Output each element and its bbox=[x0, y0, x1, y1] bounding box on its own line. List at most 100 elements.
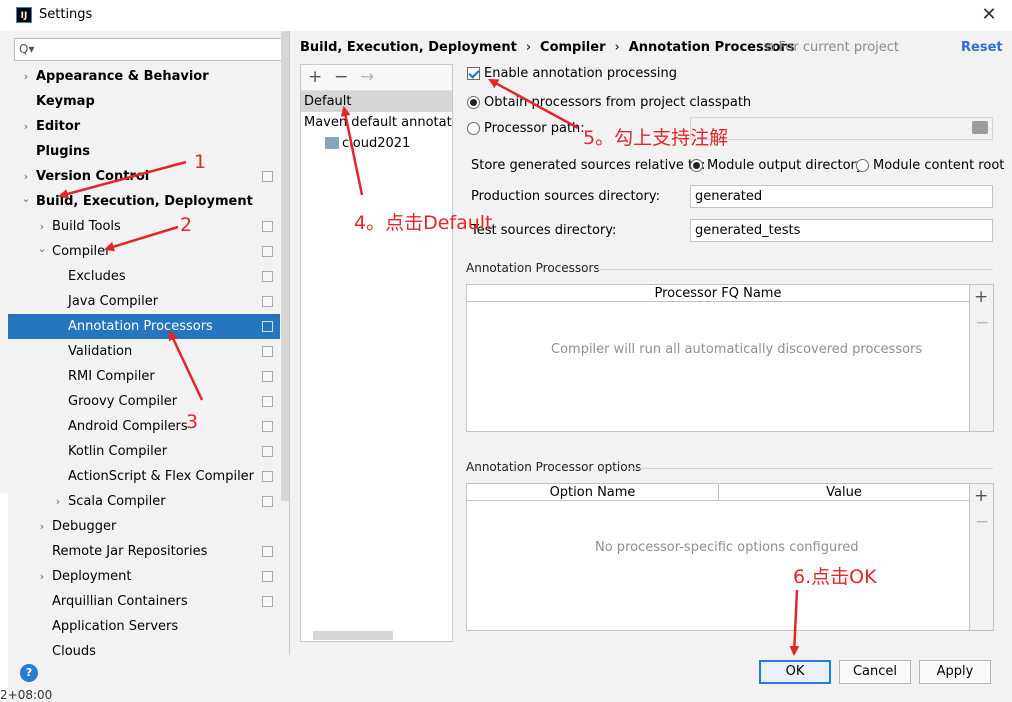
sidebar-item[interactable]: › Deployment bbox=[8, 564, 280, 589]
test-dir-input[interactable]: generated_tests bbox=[690, 219, 993, 242]
project-scope-icon bbox=[262, 321, 273, 332]
remove-processor-icon[interactable]: − bbox=[975, 313, 989, 333]
reset-link[interactable]: Reset bbox=[961, 40, 1003, 55]
obtain-from-classpath-radio[interactable] bbox=[467, 96, 480, 109]
remove-profile-icon[interactable]: − bbox=[334, 67, 348, 87]
sidebar-item[interactable]: Groovy Compiler bbox=[8, 389, 280, 414]
value-column[interactable]: Value bbox=[719, 484, 969, 501]
add-profile-icon[interactable]: + bbox=[308, 67, 322, 87]
obtain-from-classpath-label: Obtain processors from project classpath bbox=[484, 95, 752, 110]
chevron-down-icon[interactable]: ⌄ bbox=[36, 236, 48, 261]
annotation-step-2: 2 bbox=[180, 214, 193, 236]
sidebar-item-label: Clouds bbox=[52, 644, 96, 655]
sidebar-item[interactable]: ⌄ Build, Execution, Deployment bbox=[8, 189, 280, 214]
project-scope-icon bbox=[262, 471, 273, 482]
section-divider bbox=[595, 269, 993, 270]
sidebar-item[interactable]: Keymap bbox=[8, 89, 280, 114]
chevron-right-icon[interactable]: › bbox=[20, 64, 32, 89]
chevron-right-icon[interactable]: › bbox=[52, 489, 64, 514]
sidebar-item[interactable]: Excludes bbox=[8, 264, 280, 289]
sidebar-item[interactable]: › Appearance & Behavior bbox=[8, 64, 280, 89]
sidebar-item[interactable]: Java Compiler bbox=[8, 289, 280, 314]
enable-annotation-checkbox[interactable] bbox=[467, 67, 480, 80]
sidebar-item[interactable]: ⌄ Compiler bbox=[8, 239, 280, 264]
project-scope-icon bbox=[262, 396, 273, 407]
background-window-edge bbox=[0, 493, 8, 700]
sidebar-item[interactable]: › Debugger bbox=[8, 514, 280, 539]
profiles-toolbar: + − → bbox=[301, 65, 452, 91]
help-icon[interactable]: ? bbox=[20, 664, 38, 682]
annotation-step-6: 6.点击OK bbox=[793, 566, 877, 588]
sidebar-item[interactable]: › Build Tools bbox=[8, 214, 280, 239]
apply-button[interactable]: Apply bbox=[919, 660, 991, 684]
sidebar-item-label: Application Servers bbox=[52, 619, 179, 634]
sidebar-item[interactable]: Clouds bbox=[8, 639, 280, 655]
processor-fq-name-column[interactable]: Processor FQ Name bbox=[467, 285, 969, 302]
folder-browse-icon[interactable] bbox=[972, 121, 988, 134]
sidebar-item[interactable]: Annotation Processors bbox=[8, 314, 280, 339]
sidebar-item-label: Validation bbox=[68, 344, 133, 359]
sidebar-item[interactable]: Application Servers bbox=[8, 614, 280, 639]
add-processor-icon[interactable]: + bbox=[974, 287, 988, 307]
sidebar-item[interactable]: ActionScript & Flex Compiler bbox=[8, 464, 280, 489]
sidebar-item-label: Remote Jar Repositories bbox=[52, 544, 208, 559]
module-output-radio[interactable] bbox=[690, 159, 703, 172]
profile-module-cloud2021[interactable]: cloud2021 bbox=[301, 133, 452, 154]
settings-sidebar: Q▾ › Appearance & Behavior Keymap › Editor Pl… bbox=[8, 31, 290, 655]
sidebar-item-label: Groovy Compiler bbox=[68, 394, 178, 409]
project-scope-icon bbox=[262, 446, 273, 457]
profile-item-maven[interactable]: Maven default annotation bbox=[301, 112, 452, 133]
production-dir-label: Production sources directory: bbox=[471, 189, 660, 204]
sidebar-item-label: Java Compiler bbox=[68, 294, 159, 309]
module-output-label: Module output directory bbox=[707, 158, 864, 173]
sidebar-item[interactable]: Arquillian Containers bbox=[8, 589, 280, 614]
processor-path-input[interactable] bbox=[690, 117, 993, 140]
cancel-button[interactable]: Cancel bbox=[839, 660, 911, 684]
project-scope-icon bbox=[262, 371, 273, 382]
sidebar-scrollbar[interactable] bbox=[281, 31, 289, 501]
search-icon: Q▾ bbox=[19, 42, 35, 56]
close-icon[interactable]: ✕ bbox=[978, 4, 1000, 26]
project-scope-icon bbox=[262, 296, 273, 307]
for-current-project-label: ⧉ For current project bbox=[765, 40, 900, 55]
sidebar-item-label: Deployment bbox=[52, 569, 132, 584]
production-dir-input[interactable]: generated bbox=[690, 185, 993, 208]
sidebar-item[interactable]: RMI Compiler bbox=[8, 364, 280, 389]
option-name-column[interactable]: Option Name bbox=[467, 484, 718, 501]
chevron-down-icon[interactable]: ⌄ bbox=[20, 186, 32, 211]
sidebar-item[interactable]: › Scala Compiler bbox=[8, 489, 280, 514]
sidebar-item[interactable]: › Editor bbox=[8, 114, 280, 139]
processor-path-radio[interactable] bbox=[467, 122, 480, 135]
sidebar-item[interactable]: › Version Control bbox=[8, 164, 280, 189]
breadcrumb-item: Compiler bbox=[540, 40, 606, 55]
profiles-h-scrollbar[interactable] bbox=[313, 631, 393, 640]
sidebar-item[interactable]: Android Compilers bbox=[8, 414, 280, 439]
sidebar-item-label: Debugger bbox=[52, 519, 117, 534]
store-generated-label: Store generated sources relative to: bbox=[471, 158, 706, 173]
sidebar-item[interactable]: Plugins bbox=[8, 139, 280, 164]
ok-button[interactable]: OK bbox=[759, 660, 831, 684]
project-scope-icon bbox=[262, 346, 273, 357]
move-profile-icon[interactable]: → bbox=[360, 67, 374, 87]
chevron-right-icon[interactable]: › bbox=[36, 564, 48, 589]
sidebar-item-label: Build, Execution, Deployment bbox=[36, 194, 253, 209]
annotation-step-3: 3 bbox=[186, 411, 199, 433]
sidebar-item-label: ActionScript & Flex Compiler bbox=[68, 469, 255, 484]
settings-search-input[interactable]: Q▾ bbox=[14, 38, 283, 61]
remove-option-icon[interactable]: − bbox=[975, 512, 989, 532]
project-scope-icon bbox=[262, 496, 273, 507]
add-option-icon[interactable]: + bbox=[974, 486, 988, 506]
sidebar-item[interactable]: Kotlin Compiler bbox=[8, 439, 280, 464]
sidebar-item-label: Keymap bbox=[36, 94, 95, 109]
breadcrumb-separator: › bbox=[525, 40, 532, 55]
profiles-panel: + − → Default Maven default annotation c… bbox=[300, 64, 453, 642]
sidebar-item[interactable]: Remote Jar Repositories bbox=[8, 539, 280, 564]
sidebar-item[interactable]: Validation bbox=[8, 339, 280, 364]
sidebar-item-label: Version Control bbox=[36, 169, 150, 184]
chevron-right-icon[interactable]: › bbox=[20, 114, 32, 139]
module-content-radio[interactable] bbox=[856, 159, 869, 172]
profile-item-default[interactable]: Default bbox=[301, 91, 452, 112]
module-content-label: Module content root bbox=[873, 158, 1005, 173]
profile-label: Maven default annotation bbox=[304, 115, 452, 130]
chevron-right-icon[interactable]: › bbox=[36, 514, 48, 539]
